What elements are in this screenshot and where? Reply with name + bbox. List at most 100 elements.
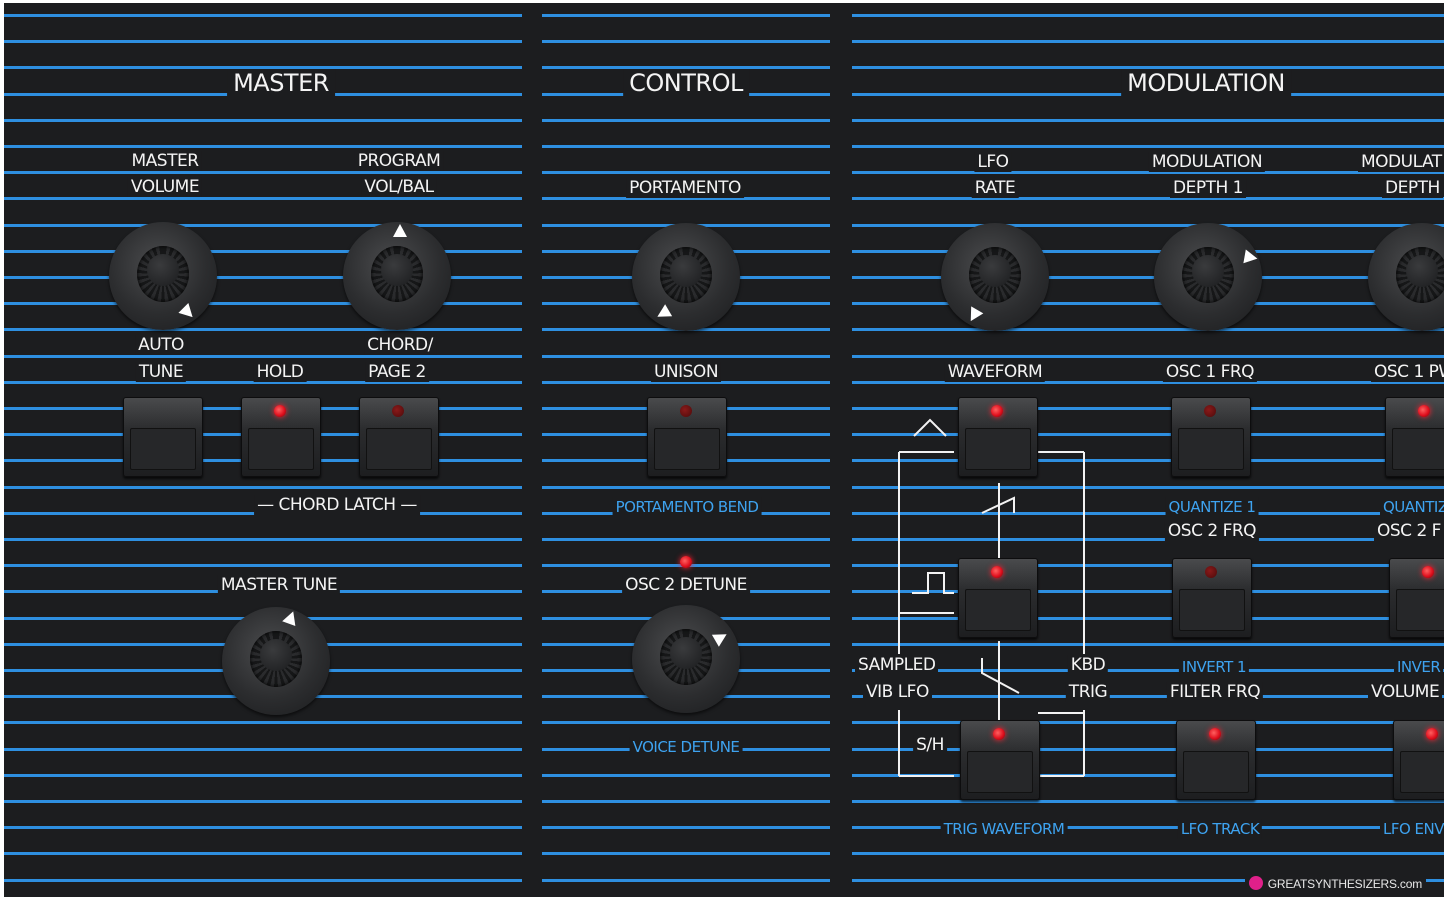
label-mod-depth1-2: DEPTH 1 <box>1170 178 1246 198</box>
panel-stripe <box>4 224 522 227</box>
panel-stripe <box>852 40 1444 43</box>
label-portamento: PORTAMENTO <box>626 178 744 198</box>
button-face <box>1183 751 1249 793</box>
osc1-frq-button[interactable] <box>1171 397 1251 477</box>
button-face <box>967 751 1033 793</box>
button-face <box>965 589 1031 631</box>
panel-stripe <box>4 879 522 882</box>
waveform-square-button[interactable] <box>958 558 1038 638</box>
panel-stripe <box>852 197 1444 200</box>
lfo-rate-knob[interactable] <box>941 223 1049 331</box>
filter-frq-button[interactable] <box>1176 720 1256 800</box>
panel-stripe <box>852 381 1444 384</box>
label-trig-waveform: TRIG WAVEFORM <box>940 819 1068 839</box>
panel-stripe <box>4 328 522 331</box>
knob-pointer-icon <box>711 628 731 647</box>
program-volbal-knob[interactable] <box>343 222 451 330</box>
label-program-2: VOL/BAL <box>361 177 437 197</box>
panel-stripe <box>4 119 522 122</box>
knob-cap <box>371 246 423 302</box>
panel-stripe <box>542 800 830 803</box>
panel-stripe <box>4 748 522 751</box>
button-face <box>366 428 432 470</box>
master-tune-knob[interactable] <box>222 607 330 715</box>
panel-stripe <box>4 486 522 489</box>
master-volume-knob[interactable] <box>109 222 217 330</box>
panel-stripe <box>852 800 1444 803</box>
ramp-down-wave-icon <box>981 658 1020 694</box>
panel-stripe <box>542 774 830 777</box>
waveform-led <box>991 566 1003 578</box>
osc2-frq-button[interactable] <box>1172 558 1252 638</box>
panel-stripe <box>542 826 830 829</box>
label-osc2-frq: OSC 2 FRQ <box>1164 521 1260 541</box>
synth-panel: MASTER CONTROL MODULATION MASTER VOLUME … <box>4 3 1444 897</box>
chord-led <box>392 405 404 417</box>
waveform-sh-button[interactable] <box>960 720 1040 800</box>
panel-stripe <box>852 14 1444 17</box>
label-filter-frq: FILTER FRQ <box>1166 682 1264 702</box>
knob-pointer-icon <box>964 306 984 325</box>
label-sampled-vib-lfo-2: VIB LFO <box>863 682 932 702</box>
button-face <box>1396 589 1444 631</box>
panel-stripe <box>852 852 1444 855</box>
knob-cap <box>137 246 189 302</box>
label-chord-1: CHORD/ <box>364 335 436 355</box>
unison-button[interactable] <box>647 397 727 477</box>
osc2-detune-knob[interactable] <box>632 605 740 713</box>
label-auto-tune-1: AUTO <box>135 335 187 355</box>
panel-stripe <box>4 171 522 174</box>
portamento-knob[interactable] <box>632 223 740 331</box>
label-sh: S/H <box>913 735 947 755</box>
col3-mid-button[interactable] <box>1389 558 1444 638</box>
label-quantize1: QUANTIZE 1 <box>1165 497 1259 517</box>
panel-stripe <box>852 302 1444 305</box>
panel-stripe <box>852 355 1444 358</box>
waveform-led <box>991 405 1003 417</box>
knob-pointer-icon <box>178 302 198 323</box>
button-face <box>1178 428 1244 470</box>
button-face <box>654 428 720 470</box>
waveform-led <box>993 728 1005 740</box>
panel-stripe <box>542 145 830 148</box>
label-mod-depth2-1: MODULAT <box>1358 152 1444 172</box>
osc1-pw-button[interactable] <box>1385 397 1444 477</box>
col3-bot-button[interactable] <box>1393 720 1444 800</box>
section-title-control: CONTROL <box>623 69 749 97</box>
knob-pointer-icon <box>1243 249 1259 266</box>
panel-stripe <box>852 224 1444 227</box>
mod-depth2-knob[interactable] <box>1368 223 1444 331</box>
label-lfo-rate-2: RATE <box>971 178 1019 198</box>
knob-cap <box>250 631 302 687</box>
label-volume: VOLUME <box>1368 682 1443 702</box>
panel-stripe <box>4 852 522 855</box>
panel-stripe <box>4 826 522 829</box>
label-mod-depth1-1: MODULATION <box>1148 152 1266 172</box>
mod-depth1-knob[interactable] <box>1154 223 1262 331</box>
label-osc1-pw: OSC 1 PW <box>1371 362 1444 382</box>
panel-stripe <box>4 40 522 43</box>
label-mod-depth2-2: DEPTH <box>1382 178 1443 198</box>
panel-stripe <box>4 14 522 17</box>
knob-pointer-icon <box>393 224 407 237</box>
label-auto-tune-2: TUNE <box>135 362 187 382</box>
button-face <box>130 428 196 470</box>
section-title-master: MASTER <box>227 69 335 97</box>
logo-text: GREATSYNTHESIZERS.com <box>1267 877 1422 891</box>
panel-stripe <box>4 774 522 777</box>
panel-stripe <box>4 302 522 305</box>
detune-led <box>680 556 692 568</box>
auto-tune-button[interactable] <box>123 397 203 477</box>
hold-button[interactable] <box>241 397 321 477</box>
panel-stripe <box>542 40 830 43</box>
panel-stripe <box>542 538 830 541</box>
panel-stripe <box>852 119 1444 122</box>
filter-frq-led <box>1209 728 1221 740</box>
label-unison: UNISON <box>650 362 722 382</box>
waveform-triangle-button[interactable] <box>958 397 1038 477</box>
label-lfo-rate-1: LFO <box>974 152 1012 172</box>
panel-stripe <box>852 328 1444 331</box>
chord-page2-button[interactable] <box>359 397 439 477</box>
label-kbd-trig-1: KBD <box>1067 655 1109 675</box>
button-face <box>248 428 314 470</box>
